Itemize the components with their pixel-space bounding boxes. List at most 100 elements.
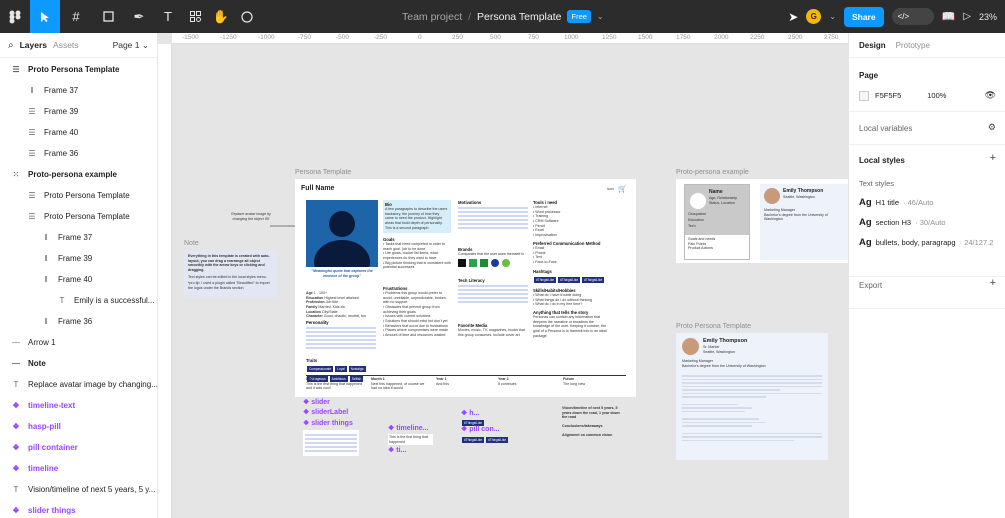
zoom-level[interactable]: 23%: [979, 12, 997, 22]
example-pronoun: Sr. Marker: [703, 345, 720, 349]
text-tool-icon[interactable]: T: [154, 0, 182, 33]
text-style-item[interactable]: Ag H1 title · 46/Auto: [859, 197, 996, 208]
layer-item[interactable]: T Emily is a successful...: [0, 290, 158, 311]
shape-tool-icon[interactable]: [92, 0, 124, 33]
pill-container-preview[interactable]: #ThingsILike #ThingsILike: [461, 434, 509, 444]
eye-icon[interactable]: 👁: [985, 90, 996, 101]
vision-text[interactable]: Vision/timeline of next 5 years, 5 years…: [562, 406, 620, 420]
layer-item[interactable]: ☰ Frame 39: [0, 101, 158, 122]
design-canvas[interactable]: Note Everything in this template is crea…: [172, 44, 848, 518]
present-icon[interactable]: ▷: [963, 11, 971, 22]
layer-item[interactable]: — Note: [0, 353, 158, 374]
slider-things-preview[interactable]: [303, 430, 359, 456]
local-variables-title[interactable]: Local variables: [859, 124, 912, 133]
story-text: Personas can contain any information tha…: [533, 315, 607, 338]
component-timeline[interactable]: ❖ timeline...: [388, 424, 429, 432]
persona-template-frame[interactable]: Full Name "Meaningful quote that capture…: [295, 179, 636, 397]
tool-item: Pencil: [535, 223, 546, 228]
resources-tool-icon[interactable]: [182, 0, 208, 33]
component-hasp-pill[interactable]: ❖ h...: [461, 409, 479, 417]
component-timeline-text[interactable]: ❖ ti...: [388, 446, 406, 454]
layer-item[interactable]: ‖ Frame 36: [0, 311, 158, 332]
page-color-swatch[interactable]: [859, 90, 869, 101]
tab-prototype[interactable]: Prototype: [896, 41, 930, 50]
style-meta: 46/Auto: [907, 198, 934, 207]
add-export-icon[interactable]: +: [990, 277, 996, 289]
ruler-tick: 2000: [714, 34, 729, 41]
ruler-tick: -1000: [258, 34, 275, 41]
layer-item[interactable]: ☰ Proto Persona Template: [0, 185, 158, 206]
hashtag-pill: #ThingsILike: [558, 277, 581, 283]
layer-item[interactable]: T Replace avatar image by changing...: [0, 374, 158, 395]
export-title[interactable]: Export: [859, 281, 882, 290]
library-icon[interactable]: 📖: [942, 10, 956, 23]
ruler-tick: -1500: [182, 34, 199, 41]
component-pill-container[interactable]: ❖ pill con...: [461, 425, 500, 433]
file-name[interactable]: Persona Template: [477, 11, 561, 23]
component-slider[interactable]: ❖ slider: [303, 398, 330, 406]
frame-tool-icon[interactable]: #: [60, 0, 92, 33]
layer-item[interactable]: ‖ Frame 39: [0, 248, 158, 269]
layer-item[interactable]: ❖ pill container: [0, 437, 158, 458]
story-section: Anything that tells the story Personas c…: [533, 310, 608, 338]
cursor-chat-icon[interactable]: ➤: [788, 10, 798, 24]
proto-persona-example-frame[interactable]: Name Age, Relationship Status, Location …: [676, 179, 848, 263]
layer-item[interactable]: ‖ Frame 40: [0, 269, 158, 290]
dev-mode-toggle[interactable]: </>: [891, 8, 934, 25]
add-style-icon[interactable]: +: [990, 152, 996, 164]
layer-item[interactable]: ‖ Frame 37: [0, 80, 158, 101]
comm-item: Text: [535, 255, 542, 260]
page-selector[interactable]: Page 1 ⌄: [113, 40, 149, 51]
chevron-down-icon[interactable]: ⌄: [829, 12, 836, 21]
persona-full-name: Full Name: [301, 185, 335, 192]
layer-item[interactable]: ❖ hasp-pill: [0, 416, 158, 437]
tab-layers[interactable]: Layers: [20, 40, 47, 50]
comment-tool-icon[interactable]: [234, 0, 260, 33]
layer-label: Proto Persona Template: [44, 212, 130, 221]
tab-design[interactable]: Design: [859, 41, 886, 50]
timeline-item: Year 2 It continues: [498, 377, 538, 386]
hand-tool-icon[interactable]: ✋: [208, 0, 234, 33]
alignment-text[interactable]: Alignment on common vision: [562, 433, 622, 438]
trait-pill: Loyal: [335, 366, 347, 372]
move-tool-icon[interactable]: [30, 0, 60, 33]
chevron-down-icon[interactable]: ⌄: [597, 12, 604, 21]
layer-item[interactable]: ‖ Frame 37: [0, 227, 158, 248]
layer-item[interactable]: ⁙ Proto-persona example: [0, 164, 158, 185]
variables-settings-icon[interactable]: ⚙: [988, 122, 996, 133]
layer-item[interactable]: ☰ Proto Persona Template: [0, 59, 158, 80]
frame-label[interactable]: Proto-persona example: [676, 169, 749, 176]
hashtag-pill: #ThingsILike: [486, 437, 509, 443]
timeline-text-preview[interactable]: This is the first thing that happened: [388, 434, 433, 446]
layer-item[interactable]: ❖ slider things: [0, 500, 158, 518]
layer-item[interactable]: ☰ Proto Persona Template: [0, 206, 158, 227]
component-slider-label[interactable]: ❖ sliderLabel: [303, 408, 348, 416]
user-avatar[interactable]: G: [806, 9, 822, 24]
layer-item[interactable]: — Arrow 1: [0, 332, 158, 353]
project-name[interactable]: Team project: [402, 11, 462, 23]
frame-label[interactable]: Note: [184, 240, 199, 247]
layer-item[interactable]: T Vision/timeline of next 5 years, 5 y...: [0, 479, 158, 500]
frame-label[interactable]: Proto Persona Template: [676, 323, 751, 330]
layer-item[interactable]: ☰ Frame 36: [0, 143, 158, 164]
layer-item[interactable]: ☰ Frame 40: [0, 122, 158, 143]
component-slider-things[interactable]: ❖ slider things: [303, 419, 353, 427]
demo-value: Job title: [325, 300, 338, 305]
proto-persona-template-frame[interactable]: Emily Thompson Sr. Marker Seattle, Washi…: [676, 333, 828, 460]
frame-label[interactable]: Persona Template: [295, 169, 351, 176]
conclusions-text[interactable]: Conclusions/takeaways: [562, 424, 622, 429]
layer-item[interactable]: ❖ timeline-text: [0, 395, 158, 416]
layer-item[interactable]: ❖ timeline: [0, 458, 158, 479]
share-button[interactable]: Share: [843, 6, 884, 27]
text-style-item[interactable]: Ag bullets, body, paragrapg · 24/127.2: [859, 237, 996, 248]
page-color-value[interactable]: F5F5F5: [875, 91, 901, 100]
note-frame[interactable]: Everything in this template is created w…: [184, 250, 277, 298]
annotation-text[interactable]: Replace avatar image by changing the obj…: [226, 212, 276, 221]
page-opacity[interactable]: 100%: [927, 91, 946, 100]
main-menu-icon[interactable]: [0, 0, 30, 33]
tab-assets[interactable]: Assets: [53, 40, 79, 50]
text-style-item[interactable]: Ag section H3 · 30/Auto: [859, 217, 996, 228]
search-icon[interactable]: ⌕: [8, 40, 14, 51]
example-filled-card: Emily Thompson Seattle, Washington Marke…: [760, 184, 848, 260]
pen-tool-icon[interactable]: ✒: [124, 0, 154, 33]
